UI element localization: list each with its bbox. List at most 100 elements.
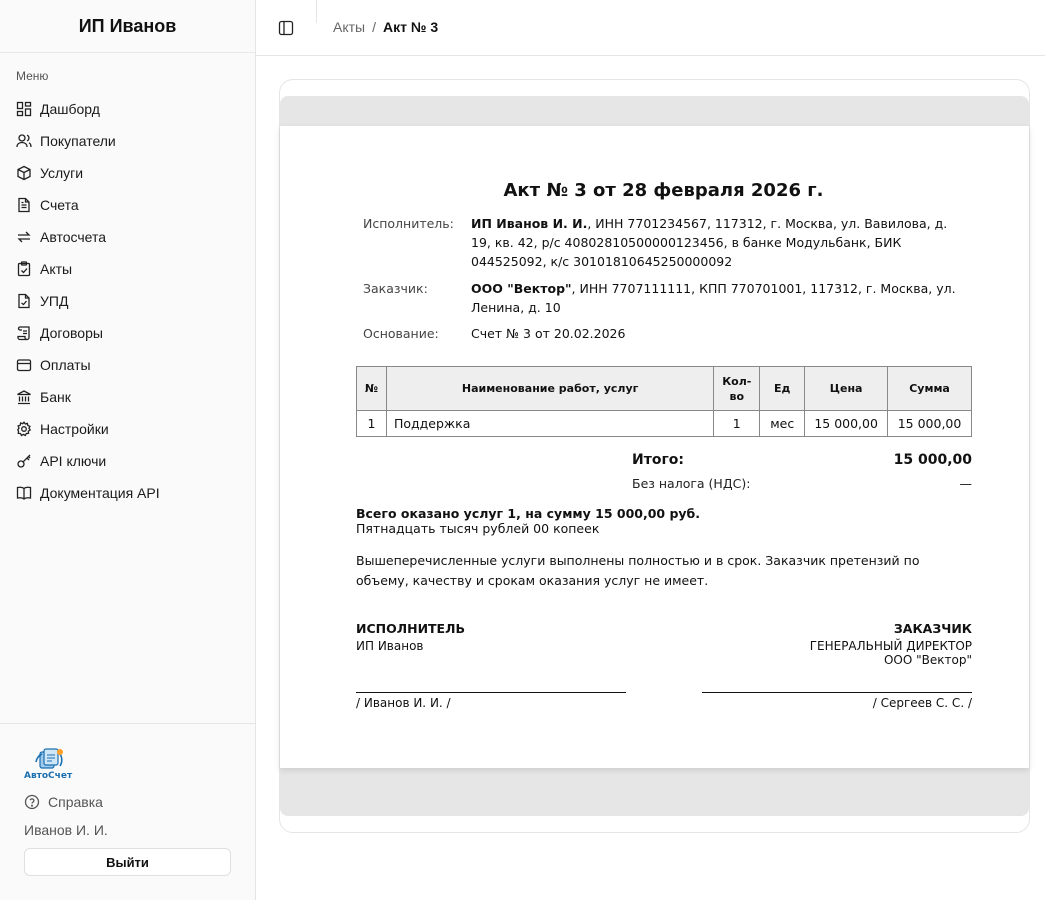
table-header-row: № Наименование работ, услуг Кол-во Ед Це… (356, 366, 972, 411)
sidebar-item-label: Банк (40, 389, 71, 405)
total-value: 15 000,00 (893, 452, 972, 468)
cell-num: 1 (356, 410, 387, 437)
customer-signature-line (702, 692, 972, 693)
breadcrumb: Акты / Акт № 3 (333, 19, 438, 35)
col-header-num: № (356, 366, 387, 411)
sidebar-item-customers[interactable]: Покупатели (0, 125, 255, 157)
customer-value: ООО "Вектор", ИНН 7707111111, КПП 770701… (471, 279, 966, 317)
sidebar-item-dashboard[interactable]: Дашборд (0, 93, 255, 125)
preview-bottom-bar (280, 768, 1029, 816)
help-circle-icon (24, 794, 40, 810)
customer-sign-position: ГЕНЕРАЛЬНЫЙ ДИРЕКТОР (809, 639, 972, 653)
sidebar-item-invoices[interactable]: Счета (0, 189, 255, 221)
cell-name: Поддержка (385, 410, 715, 437)
clipboard-check-icon (17, 261, 31, 277)
help-link[interactable]: Справка (24, 794, 103, 810)
executor-sign-name: / Иванов И. И. / (356, 696, 451, 710)
breadcrumb-acts[interactable]: Акты (333, 19, 365, 35)
sidebar-item-label: Оплаты (40, 357, 91, 373)
customer-sign-name: / Сергеев С. С. / (872, 696, 972, 710)
cell-sum: 15 000,00 (887, 410, 972, 437)
sidebar-item-auto-invoices[interactable]: Автосчета (0, 221, 255, 253)
book-icon (16, 486, 32, 500)
executor-signature-line (356, 692, 626, 693)
breadcrumb-separator: / (372, 19, 376, 35)
key-icon (17, 454, 31, 468)
preview-top-bar (280, 96, 1029, 126)
customer-label: Заказчик: (363, 281, 428, 296)
wallet-icon (16, 359, 32, 372)
document-title: Акт № 3 от 28 февраля 2026 г. (503, 180, 824, 201)
sidebar-item-label: УПД (40, 293, 69, 309)
tax-label: Без налога (НДС): (632, 476, 751, 491)
sidebar-item-label: Документация API (40, 485, 160, 501)
cell-price: 15 000,00 (804, 410, 889, 437)
sidebar-item-label: Автосчета (40, 229, 107, 245)
customer-sign-heading: ЗАКАЗЧИК (893, 621, 972, 636)
cell-qty: 1 (713, 410, 761, 437)
basis-value: Счет № 3 от 20.02.2026 (471, 326, 626, 341)
help-label: Справка (48, 794, 103, 810)
summary-in-words: Пятнадцать тысяч рублей 00 копеек (356, 521, 600, 536)
sidebar-item-label: Настройки (40, 421, 109, 437)
sidebar-item-upd[interactable]: УПД (0, 285, 255, 317)
tax-value: — (959, 476, 973, 491)
header-divider (316, 0, 317, 23)
sidebar: ИП Иванов Меню Дашборд Покупатели Услуги… (0, 0, 256, 900)
executor-sign-heading: ИСПОЛНИТЕЛЬ (356, 621, 466, 636)
box-icon (17, 165, 31, 181)
sidebar-item-label: API ключи (40, 453, 107, 469)
statement-text: Вышеперечисленные услуги выполнены полно… (356, 553, 920, 588)
total-label: Итого: (632, 452, 684, 468)
breadcrumb-current: Акт № 3 (383, 19, 439, 35)
gear-icon (17, 421, 32, 437)
scroll-icon (17, 326, 30, 341)
dashboard-icon (16, 101, 32, 117)
sidebar-item-settings[interactable]: Настройки (0, 413, 255, 445)
sidebar-item-services[interactable]: Услуги (0, 157, 255, 189)
sidebar-item-label: Договоры (40, 325, 103, 341)
col-header-name: Наименование работ, услуг (385, 366, 715, 411)
executor-sign-org: ИП Иванов (356, 639, 424, 653)
sidebar-item-label: Услуги (40, 165, 84, 181)
executor-value: ИП Иванов И. И., ИНН 7701234567, 117312,… (471, 214, 966, 271)
users-icon (16, 134, 32, 148)
sidebar-item-label: Акты (40, 261, 73, 277)
summary-line: Всего оказано услуг 1, на сумму 15 000,0… (356, 506, 701, 521)
act-document: Акт № 3 от 28 февраля 2026 г. Исполнител… (280, 126, 1029, 768)
logo-text: АвтоСчет (24, 771, 73, 781)
sidebar-item-label: Счета (40, 197, 79, 213)
file-check-icon (18, 293, 30, 309)
table-row: 1 Поддержка 1 мес 15 000,00 15 000,00 (356, 410, 972, 437)
sidebar-item-acts[interactable]: Акты (0, 253, 255, 285)
user-name: Иванов И. И. (24, 822, 108, 838)
company-title: ИП Иванов (0, 0, 255, 53)
sidebar-item-contracts[interactable]: Договоры (0, 317, 255, 349)
sidebar-item-api-keys[interactable]: API ключи (0, 445, 255, 477)
repeat-icon (17, 231, 31, 243)
customer-sign-org: ООО "Вектор" (883, 653, 972, 667)
col-header-price: Цена (804, 366, 889, 411)
sidebar-item-label: Покупатели (40, 133, 116, 149)
menu-label: Меню (16, 69, 49, 83)
bank-icon (17, 390, 31, 405)
top-header: Акты / Акт № 3 (256, 0, 1045, 56)
executor-name: ИП Иванов И. И. (471, 216, 588, 231)
executor-label: Исполнитель: (363, 216, 454, 231)
logout-button[interactable]: Выйти (24, 848, 231, 876)
col-header-qty: Кол-во (713, 366, 761, 411)
sidebar-footer: АвтоСчет Справка Иванов И. И. Выйти (0, 723, 255, 900)
sidebar-item-api-docs[interactable]: Документация API (0, 477, 255, 509)
sidebar-item-label: Дашборд (40, 101, 100, 117)
sidebar-item-payments[interactable]: Оплаты (0, 349, 255, 381)
services-table: № Наименование работ, услуг Кол-во Ед Це… (356, 366, 972, 437)
col-header-sum: Сумма (887, 366, 972, 411)
col-header-unit: Ед (759, 366, 806, 411)
cell-unit: мес (759, 410, 806, 437)
customer-name: ООО "Вектор" (471, 281, 572, 296)
sidebar-toggle-icon[interactable] (278, 20, 294, 36)
document-icon (18, 197, 30, 213)
sidebar-item-bank[interactable]: Банк (0, 381, 255, 413)
sidebar-nav: Дашборд Покупатели Услуги Счета Автосчет… (0, 93, 255, 509)
basis-label: Основание: (363, 326, 439, 341)
